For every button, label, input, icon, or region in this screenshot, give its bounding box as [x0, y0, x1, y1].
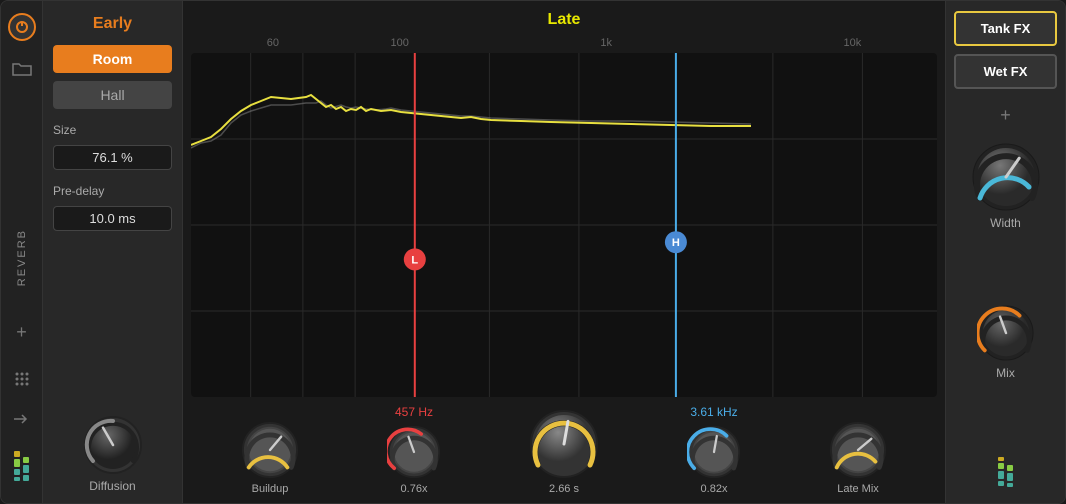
freq-labels: 60 100 1k 10k [191, 33, 937, 53]
diffusion-knob[interactable] [83, 415, 143, 475]
power-button[interactable] [8, 13, 36, 41]
decay-label: 2.66 s [549, 483, 579, 495]
mix-knob[interactable] [977, 304, 1035, 362]
main-area: Late 60 100 1k 10k [183, 1, 945, 503]
diffusion-label: Diffusion [89, 479, 135, 493]
add-left-button[interactable]: + [16, 322, 27, 343]
mix-label: Mix [996, 366, 1015, 380]
grid-icon[interactable] [10, 367, 34, 391]
decay-knob[interactable] [529, 409, 599, 479]
plugin-container: REVERB + [0, 0, 1066, 504]
high-freq-label: 3.61 kHz [690, 405, 737, 419]
low-mult-label: 0.76x [401, 483, 428, 495]
width-section: Width [971, 142, 1041, 230]
high-mult-knob[interactable] [687, 425, 741, 479]
buildup-group: Buildup [241, 421, 299, 495]
size-label: Size [53, 123, 172, 137]
mix-section: Mix [977, 304, 1035, 380]
add-right-button[interactable]: + [1000, 105, 1011, 126]
high-mult-group: 3.61 kHz 0.82x [687, 405, 741, 495]
reverb-label: REVERB [16, 229, 28, 286]
left-sidebar: REVERB + [1, 1, 43, 503]
early-title: Early [53, 11, 172, 37]
width-label: Width [990, 216, 1021, 230]
buildup-label: Buildup [252, 483, 289, 495]
room-button[interactable]: Room [53, 45, 172, 73]
high-mult-label: 0.82x [701, 483, 728, 495]
pre-delay-value[interactable]: 10.0 ms [53, 206, 172, 231]
decay-group: 2.66 s [529, 409, 599, 495]
late-title: Late [183, 1, 945, 33]
low-mult-knob[interactable] [387, 425, 441, 479]
low-freq-label: 457 Hz [395, 405, 433, 419]
late-mix-label: Late Mix [837, 483, 879, 495]
pre-delay-label: Pre-delay [53, 184, 172, 198]
hall-button[interactable]: Hall [53, 81, 172, 109]
controls-row: Buildup 457 Hz 0.76x [183, 397, 945, 503]
eq-display[interactable]: L H [191, 53, 937, 397]
wet-fx-button[interactable]: Wet FX [954, 54, 1057, 89]
size-value[interactable]: 76.1 % [53, 145, 172, 170]
early-panel: Early Room Hall Size 76.1 % Pre-delay 10… [43, 1, 183, 503]
right-panel: Tank FX Wet FX + Width [945, 1, 1065, 503]
folder-icon[interactable] [10, 57, 34, 81]
width-knob[interactable] [971, 142, 1041, 212]
low-mult-group: 457 Hz 0.76x [387, 405, 441, 495]
late-mix-group: Late Mix [829, 421, 887, 495]
svg-text:H: H [672, 237, 680, 249]
route-icon[interactable] [10, 407, 34, 431]
late-mix-knob[interactable] [829, 421, 887, 479]
buildup-knob[interactable] [241, 421, 299, 479]
tank-fx-button[interactable]: Tank FX [954, 11, 1057, 46]
svg-text:L: L [411, 254, 418, 266]
